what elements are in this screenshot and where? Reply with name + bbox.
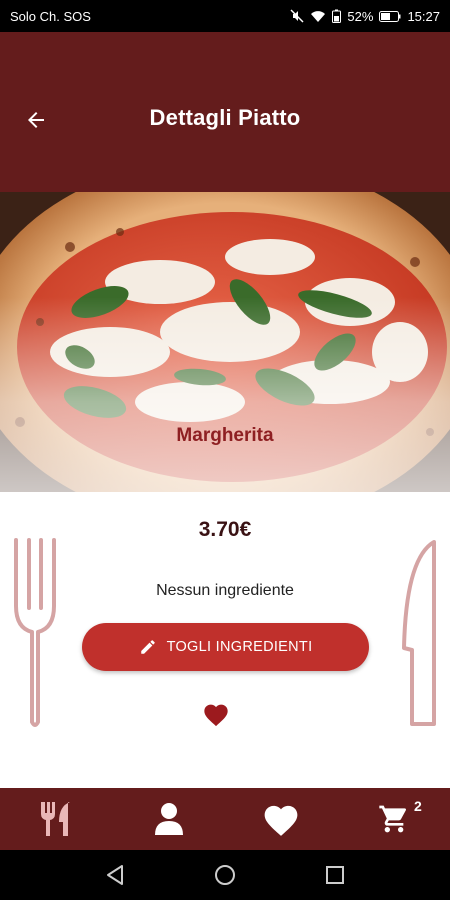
dish-price: 3.70€ [198,518,252,541]
dish-image: Margherita [0,192,450,492]
ingredients-text: Nessun ingrediente [156,582,294,599]
circle-home-icon [215,865,235,885]
dish-details: 3.70€ Nessun ingrediente TOGLI INGREDIEN… [0,492,450,788]
system-back-button[interactable] [95,855,135,895]
dish-name: Margherita [176,425,274,446]
page-title: Dettagli Piatto [149,105,301,130]
system-nav-bar [0,850,450,900]
nav-menu[interactable] [26,788,86,850]
nav-cart[interactable]: 2 [364,788,424,850]
clock: 15:27 [407,8,440,24]
system-home-button[interactable] [205,855,245,895]
status-icons: 52% 15:27 [290,9,440,24]
cart-icon [379,805,406,833]
fork-decoration-icon [14,538,56,727]
favorite-button[interactable] [200,700,232,728]
fork-knife-icon [41,802,71,836]
battery-level: 52% [347,8,374,24]
battery-icon [332,9,342,23]
bottom-nav: 2 [0,788,450,850]
system-recents-button[interactable] [315,855,355,895]
wifi-icon [310,10,326,23]
heart-icon [204,704,228,727]
remove-ingredients-button[interactable]: TOGLI INGREDIENTI [82,623,369,671]
remove-ingredients-label: TOGLI INGREDIENTI [166,639,313,655]
pencil-icon [140,640,155,654]
user-icon [154,803,183,835]
cart-count-badge: 2 [413,798,422,814]
app-bar: Dettagli Piatto [0,32,450,192]
triangle-back-icon [107,865,123,885]
square-recents-icon [326,866,344,884]
nav-favorites[interactable] [251,788,311,850]
nav-profile[interactable] [139,788,199,850]
status-bar: Solo Ch. SOS 52% 15:27 [0,0,450,32]
mute-icon [290,9,304,23]
heart-icon [264,805,298,836]
carrier-label: Solo Ch. SOS [10,8,91,24]
knife-decoration-icon [402,540,436,726]
battery-bar-icon [379,10,401,22]
